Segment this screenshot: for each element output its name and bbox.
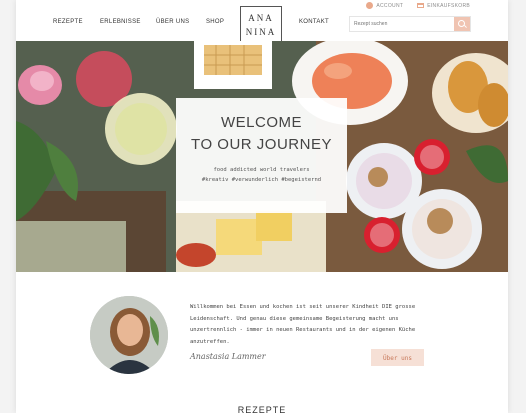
- author-portrait: [90, 296, 168, 374]
- logo-line2: NINA: [245, 26, 277, 37]
- logo-line1: ANA: [248, 13, 274, 23]
- search-input[interactable]: [350, 17, 454, 31]
- about-us-button[interactable]: Über uns: [371, 349, 424, 366]
- hero-welcome-card: WELCOME TO OUR JOURNEY food addicted wor…: [176, 98, 347, 213]
- hero-banner: WELCOME TO OUR JOURNEY food addicted wor…: [16, 41, 508, 272]
- hero-title-line1: WELCOME: [220, 114, 302, 131]
- cart-link[interactable]: EINKAUFSKORB: [417, 2, 470, 9]
- nav-item-shop[interactable]: SHOP: [206, 19, 224, 25]
- hero-title-line2: TO OUR JOURNEY: [191, 136, 332, 153]
- signature: Anastasia Lammer: [190, 352, 266, 361]
- nav-item-ueber-uns[interactable]: ÜBER UNS: [156, 19, 189, 25]
- utility-bar: ACCOUNT EINKAUFSKORB: [366, 2, 470, 9]
- hero-subtitle-line1: food addicted world travelers: [213, 167, 310, 173]
- search-icon[interactable]: [454, 17, 470, 31]
- hero-subtitle-line2: #kreativ #verwunderlich #begeisternd: [201, 177, 322, 183]
- nav-item-rezepte[interactable]: REZEPTE: [53, 19, 83, 25]
- nav-item-erlebnisse[interactable]: ERLEBNISSE: [100, 19, 141, 25]
- user-icon: [366, 2, 374, 9]
- hero-title: WELCOME TO OUR JOURNEY: [176, 112, 347, 156]
- cart-label: EINKAUFSKORB: [427, 2, 470, 9]
- logo[interactable]: ANA · NINA: [240, 6, 282, 46]
- section-title-rezepte: REZEPTE: [237, 405, 287, 413]
- nav-item-kontakt[interactable]: KONTAKT: [299, 19, 329, 25]
- intro-text: Willkommen bei Essen und kochen ist seit…: [190, 304, 416, 345]
- account-link[interactable]: ACCOUNT: [366, 2, 403, 9]
- account-label: ACCOUNT: [376, 2, 404, 9]
- portrait-image: [90, 296, 168, 374]
- search-box: [349, 16, 471, 32]
- hero-subtitle: food addicted world travelers #kreativ #…: [176, 165, 347, 185]
- cart-icon: [417, 3, 425, 8]
- page: ACCOUNT EINKAUFSKORB REZEPTE ERLEBNISSE …: [16, 0, 508, 413]
